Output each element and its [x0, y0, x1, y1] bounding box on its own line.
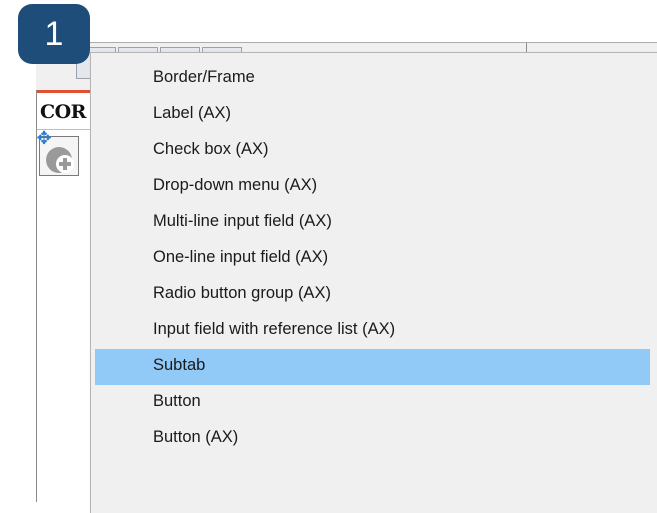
menu-item-border-frame[interactable]: Border/Frame: [95, 61, 650, 97]
menu-item-one-line-input-ax[interactable]: One-line input field (AX): [95, 241, 650, 277]
menu-item-button-ax[interactable]: Button (AX): [95, 421, 650, 457]
menu-item-label: Multi-line input field (AX): [153, 212, 332, 230]
menu-item-label-ax[interactable]: Label (AX): [95, 97, 650, 133]
menu-item-label: Button (AX): [153, 428, 239, 446]
menu-item-label: Drop-down menu (AX): [153, 176, 318, 194]
menu-item-label: Border/Frame: [153, 68, 255, 86]
menu-item-subtab[interactable]: Subtab: [95, 349, 650, 385]
menu-item-input-field-reference-list-ax[interactable]: Input field with reference list (AX): [95, 313, 650, 349]
panel-tab-label: COR: [40, 101, 86, 123]
menu-item-label: Label (AX): [153, 104, 231, 122]
menu-item-label: Radio button group (AX): [153, 284, 331, 302]
menu-item-label: Check box (AX): [153, 140, 269, 158]
menu-item-label: One-line input field (AX): [153, 248, 329, 266]
menu-item-button[interactable]: Button: [95, 385, 650, 421]
menu-item-multi-line-input-ax[interactable]: Multi-line input field (AX): [95, 205, 650, 241]
add-control-icon: [46, 147, 74, 173]
menu-item-drop-down-menu-ax[interactable]: Drop-down menu (AX): [95, 169, 650, 205]
step-badge: 1: [18, 4, 90, 64]
menu-item-radio-button-group-ax[interactable]: Radio button group (AX): [95, 277, 650, 313]
left-panel: COR ✥: [36, 90, 98, 502]
add-control-button[interactable]: ✥: [36, 129, 79, 176]
menu-item-check-box-ax[interactable]: Check box (AX): [95, 133, 650, 169]
context-menu: Border/Frame Label (AX) Check box (AX) D…: [90, 52, 657, 513]
menu-item-label: Subtab: [153, 356, 206, 374]
panel-tab[interactable]: COR: [37, 90, 97, 130]
move-icon: ✥: [36, 128, 52, 149]
menu-item-label: Input field with reference list (AX): [153, 320, 396, 338]
menu-item-label: Button: [153, 392, 201, 410]
